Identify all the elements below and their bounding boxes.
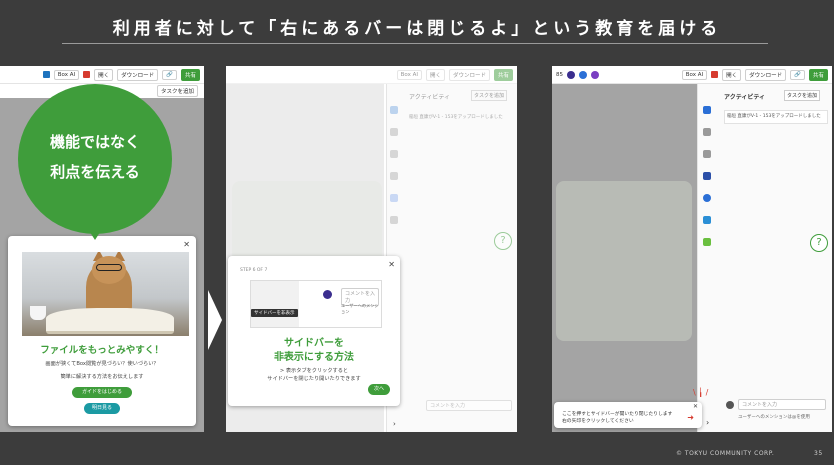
box-toolbar: Box AI 開く ダウンロード 共有	[226, 66, 517, 84]
metadata-icon[interactable]	[703, 150, 711, 158]
next-step-arrow-icon	[208, 290, 222, 350]
close-icon[interactable]: ✕	[388, 260, 395, 269]
attention-burst-icon: \ ╽ /	[693, 388, 709, 397]
help-icon[interactable]: ?	[494, 232, 512, 250]
guide-desc: サイドバーを閉じたり開いたりできます	[267, 376, 361, 382]
chevron-right-icon[interactable]: ›	[393, 420, 396, 428]
screenshot-panel-2: Box AI 開く ダウンロード 共有 アクティビティ タスクを追加 稲垣 直康…	[226, 66, 517, 432]
close-icon[interactable]: ✕	[183, 240, 190, 249]
document-preview	[556, 181, 692, 341]
link-icon[interactable]: 🔗	[790, 69, 805, 80]
open-button[interactable]: 開く	[722, 68, 742, 81]
page-number: 35	[814, 450, 823, 457]
callout-line: 利点を伝える	[50, 163, 140, 181]
chevron-right-icon[interactable]: ›	[706, 418, 709, 427]
pdf-icon	[711, 71, 719, 78]
avatar	[579, 70, 587, 79]
apps-icon[interactable]	[390, 216, 398, 224]
sidebar-toggle-hint-card: ✕ ここを押すとサイドバーが開いたり閉じたりします 右の矢印をクリックしてくださ…	[554, 402, 702, 428]
box-toolbar: Box AI 開く ダウンロード 🔗 共有	[0, 66, 204, 84]
hide-sidebar-tooltip: サイドバーを非表示	[251, 309, 298, 317]
plugin-icon[interactable]	[703, 238, 711, 246]
skills-icon[interactable]	[703, 172, 711, 180]
integration-icon[interactable]	[390, 194, 398, 202]
add-task-button[interactable]: タスクを追加	[784, 90, 821, 101]
guide-step-card: ✕ STEP 6 OF 7 コメントを入力 ユーザーへのメンション サイドバーを…	[228, 256, 400, 406]
box-ai-button[interactable]: Box AI	[396, 69, 422, 80]
slide-title: 利用者に対して「右にあるバーは閉じるよ」という教育を届ける	[112, 19, 722, 39]
comment-input[interactable]: コメントを入力	[738, 399, 826, 410]
sidebar-icon-rail	[387, 106, 401, 224]
details-icon[interactable]	[390, 128, 398, 136]
avatar	[591, 70, 599, 79]
box-ai-button[interactable]: Box AI	[681, 69, 708, 80]
demo-preview-area	[251, 281, 299, 327]
user-avatar	[323, 290, 332, 299]
guide-title: 非表示にする方法	[273, 352, 355, 363]
link-icon[interactable]: 🔗	[162, 69, 177, 80]
glasses-illustration	[96, 264, 122, 271]
share-button[interactable]: 共有	[493, 68, 513, 81]
callout-line: 機能ではなく	[49, 133, 140, 151]
guide-title: サイドバーを	[284, 338, 344, 349]
screenshot-panel-3: 85 Box AI 開く ダウンロード 🔗 共有 アクティビティ タスクを追加 …	[552, 66, 832, 432]
sidebar-demo-image: コメントを入力 ユーザーへのメンション サイドバーを非表示	[250, 280, 382, 328]
hint-text: 右の矢印をクリックしてください	[562, 419, 634, 424]
step-indicator: STEP 6 OF 7	[240, 268, 268, 273]
activity-bar: タスクを追加	[151, 84, 204, 98]
guide-title: ファイルをもっとみやすく！	[40, 345, 164, 356]
close-icon[interactable]: ✕	[693, 403, 698, 410]
avatar	[567, 70, 575, 79]
sidebar-icon-rail	[700, 106, 714, 246]
metadata-icon[interactable]	[390, 150, 398, 158]
hint-text: ここを押すとサイドバーが開いたり閉じたりします	[562, 412, 673, 417]
pdf-icon	[83, 71, 91, 78]
download-button[interactable]: ダウンロード	[448, 68, 490, 81]
view-count: 85	[556, 71, 563, 78]
activity-icon[interactable]	[390, 106, 398, 114]
coffee-cup-illustration	[30, 306, 46, 320]
share-button[interactable]: 共有	[180, 68, 200, 81]
apps-icon[interactable]	[703, 216, 711, 224]
add-task-button[interactable]: タスクを追加	[471, 90, 508, 101]
download-button[interactable]: ダウンロード	[745, 68, 787, 81]
open-button[interactable]: 開く	[94, 68, 114, 81]
next-button[interactable]: 次へ	[368, 384, 390, 395]
open-button[interactable]: 開く	[425, 68, 445, 81]
share-button[interactable]: 共有	[808, 68, 828, 81]
cat-reading-photo	[22, 252, 189, 336]
book-illustration	[46, 308, 174, 334]
guide-desc: > 表示タブをクリックすると	[279, 368, 349, 374]
box-ai-button[interactable]: Box AI	[53, 69, 80, 80]
callout-tail	[86, 226, 104, 240]
activity-title: アクティビティ	[724, 94, 765, 101]
activity-sidebar: アクティビティ タスクを追加 稲垣 直康がV-1 - 153をアップロードしまし…	[386, 84, 517, 432]
activity-sidebar: アクティビティ タスクを追加 稲垣 直康がV-1 - 153をアップロードしまし…	[697, 84, 832, 432]
comment-input[interactable]: コメントを入力	[426, 400, 512, 411]
help-icon[interactable]: ?	[810, 234, 828, 252]
download-button[interactable]: ダウンロード	[117, 68, 159, 81]
details-icon[interactable]	[703, 128, 711, 136]
demo-mention-hint: ユーザーへのメンション	[341, 303, 379, 314]
guide-text: 簡単に解決する方法をお伝えします	[60, 374, 144, 380]
integration-icon[interactable]	[703, 194, 711, 202]
activity-icon[interactable]	[703, 106, 711, 114]
activity-title: アクティビティ	[409, 94, 450, 101]
box-ai-icon	[42, 71, 50, 78]
red-arrow-icon: ➜	[687, 413, 694, 422]
remind-later-button[interactable]: 明日見る	[84, 403, 120, 414]
skills-icon[interactable]	[390, 172, 398, 180]
box-toolbar: 85 Box AI 開く ダウンロード 🔗 共有	[552, 66, 832, 84]
title-divider	[62, 43, 768, 44]
benefit-callout-bubble: 機能ではなく 利点を伝える	[18, 84, 172, 234]
add-task-button[interactable]: タスクを追加	[156, 85, 198, 97]
upload-activity-note: 稲垣 直康がV-1 - 153をアップロードしました	[409, 115, 503, 120]
footer-company: © TOKYU COMMUNITY CORP.	[676, 450, 775, 457]
mention-hint: ユーザーへのメンションは@を使用	[738, 415, 810, 420]
start-guide-button[interactable]: ガイドをはじめる	[72, 387, 132, 398]
upload-activity-note: 稲垣 直康がV-1 - 153をアップロードしました	[724, 110, 828, 124]
user-avatar	[726, 401, 734, 409]
guide-text: 画面が狭くてBox閲覧が見づらい？使いづらい？	[45, 361, 159, 367]
guide-welcome-card: ✕ ファイルをもっとみやすく！ 画面が狭くてBox閲覧が見づらい？使いづらい？ …	[8, 236, 196, 426]
